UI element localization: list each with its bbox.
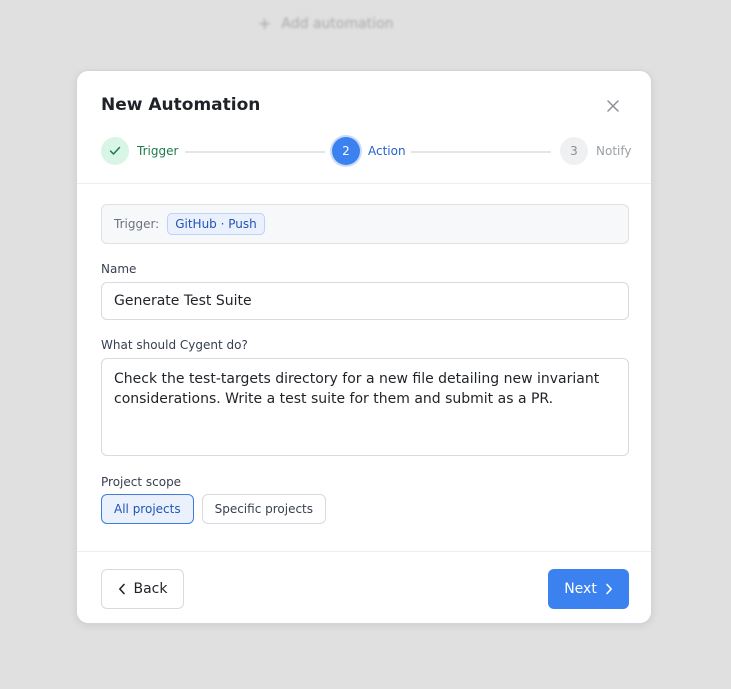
plus-icon: + (258, 14, 272, 33)
step-label-action: Action (368, 144, 406, 158)
trigger-summary: Trigger: GitHub · Push (101, 204, 629, 244)
step-notify-pending: 3 (560, 137, 588, 165)
close-button[interactable] (603, 96, 623, 116)
step-connector (185, 151, 325, 153)
project-scope-selector: All projects Specific projects (101, 494, 327, 524)
project-scope-label: Project scope (101, 475, 182, 489)
trigger-label: Trigger: (114, 217, 160, 231)
step-number-notify: 3 (570, 144, 578, 158)
name-input[interactable]: Generate Test Suite (101, 282, 629, 320)
step-label-notify: Notify (596, 144, 632, 158)
scope-all-projects-button[interactable]: All projects (101, 494, 194, 524)
modal-title: New Automation (101, 95, 261, 115)
chevron-left-icon (118, 583, 125, 595)
close-icon (607, 100, 619, 112)
back-button[interactable]: Back (101, 569, 184, 609)
step-label-trigger: Trigger (137, 144, 179, 158)
stepper: Trigger 2 Action 3 Notify (101, 137, 632, 167)
trigger-chip: GitHub · Push (167, 213, 265, 235)
step-number-action: 2 (342, 144, 350, 158)
check-icon (109, 146, 121, 155)
step-trigger-complete (101, 137, 129, 165)
chevron-right-icon (606, 583, 612, 595)
back-label: Back (133, 581, 168, 597)
footer-divider (77, 551, 651, 552)
prompt-textarea[interactable]: Check the test-targets directory for a n… (101, 358, 629, 456)
prompt-label: What should Cygent do? (101, 338, 248, 352)
next-button[interactable]: Next (548, 569, 629, 609)
name-label: Name (101, 262, 137, 276)
new-automation-modal: New Automation Trigger 2 Action 3 Notify… (76, 70, 652, 624)
add-automation-button-background: + Add automation (258, 14, 394, 33)
step-action-active: 2 (332, 137, 360, 165)
scope-specific-projects-button[interactable]: Specific projects (201, 494, 327, 524)
next-label: Next (564, 581, 597, 597)
header-divider (77, 183, 651, 184)
add-automation-label: Add automation (281, 16, 394, 32)
step-connector (411, 151, 551, 153)
